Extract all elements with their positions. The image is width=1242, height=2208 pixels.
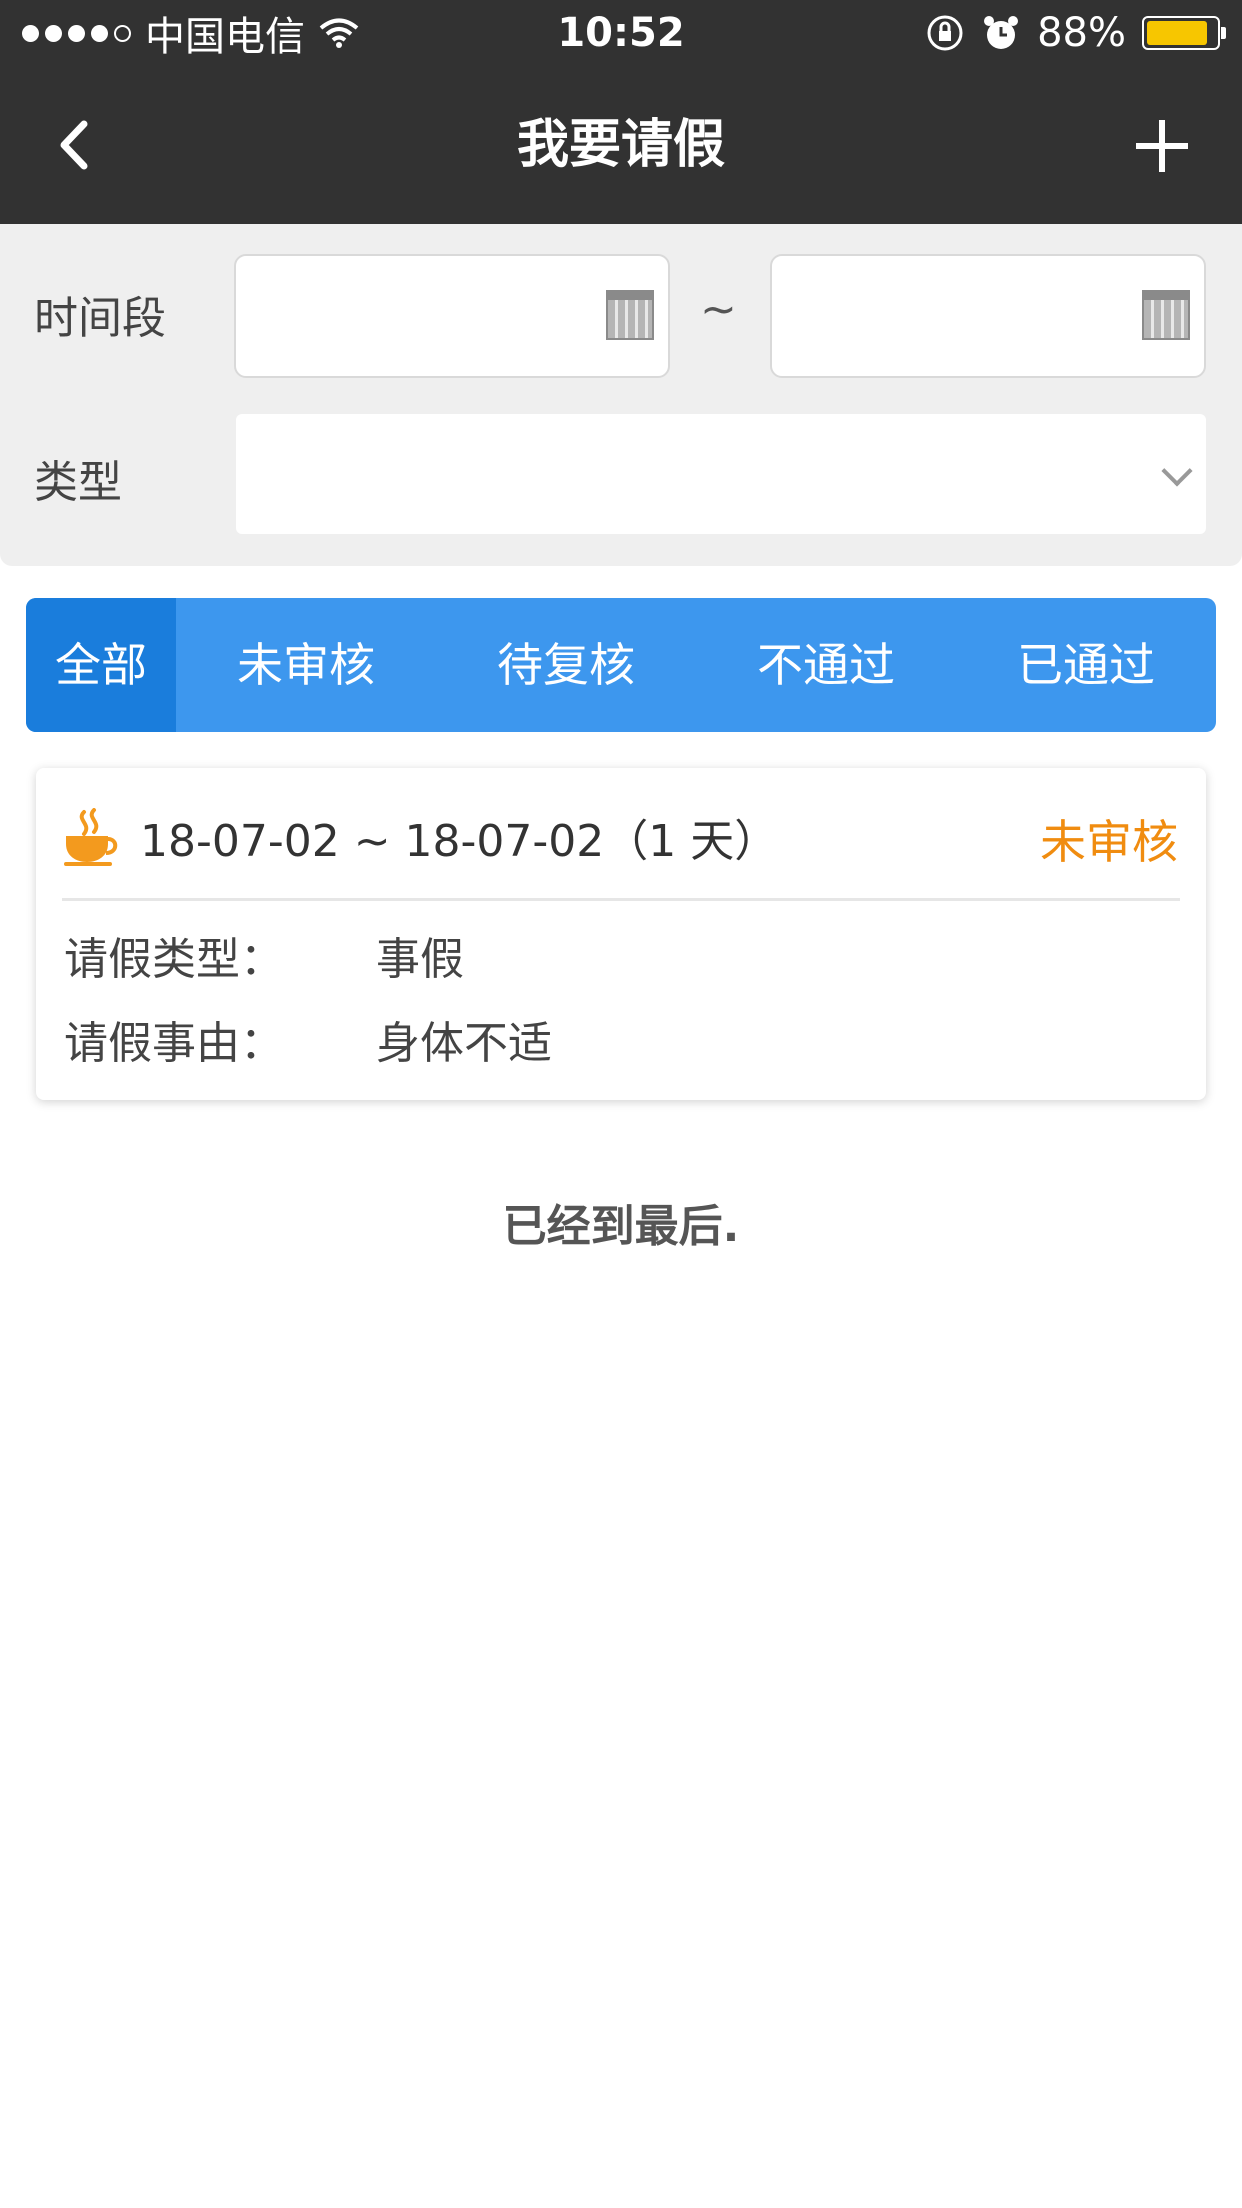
rotation-lock-icon [927,15,963,51]
alarm-clock-icon [984,16,1019,49]
time-range-label: 时间段 [34,293,166,344]
page-title: 我要请假 [516,115,725,175]
battery-level [1147,21,1207,45]
leave-reason-value: 身体不适 [376,1018,552,1069]
battery-percent: 88% [1037,10,1126,56]
type-label: 类型 [34,457,122,508]
tab-unreviewed[interactable]: 未审核 [176,598,436,732]
start-date-input[interactable] [234,254,670,378]
leave-reason-key: 请假事由： [64,1018,284,1069]
tab-rejected[interactable]: 不通过 [696,598,956,732]
leave-reason-row: 请假事由： 身体不适 [64,1016,552,1072]
battery-icon [1142,16,1226,50]
status-right: 88% [925,8,1226,58]
calendar-icon[interactable] [606,290,654,340]
tab-all[interactable]: 全部 [26,598,176,732]
end-of-list-message: 已经到最后. [502,1201,740,1252]
leave-record-card[interactable]: 18-07-02 ~ 18-07-02（1 天） 未审核 请假类型： 事假 请假事… [36,768,1206,1100]
status-bar: 中国电信 10:52 88% [0,0,1242,66]
leave-date-range: 18-07-02 ~ 18-07-02（1 天） [140,816,779,867]
leave-type-value: 事假 [376,934,464,985]
divider [62,898,1180,901]
leave-type-key: 请假类型： [64,934,284,985]
status-badge: 未审核 [1040,815,1178,869]
end-date-input[interactable] [770,254,1206,378]
tab-approved[interactable]: 已通过 [956,598,1216,732]
type-select[interactable] [236,414,1206,534]
leave-type-row: 请假类型： 事假 [64,932,464,988]
tab-pending-recheck[interactable]: 待复核 [436,598,696,732]
nav-bar: 我要请假 [0,66,1242,224]
chevron-down-icon [1161,455,1193,487]
filter-panel: 时间段 ~ 类型 [0,224,1242,566]
status-tabs: 全部 未审核 待复核 不通过 已通过 [26,598,1216,732]
calendar-icon[interactable] [1142,290,1190,340]
date-separator: ~ [700,284,737,335]
coffee-cup-icon [64,808,118,866]
add-plus-icon[interactable] [1132,116,1192,176]
